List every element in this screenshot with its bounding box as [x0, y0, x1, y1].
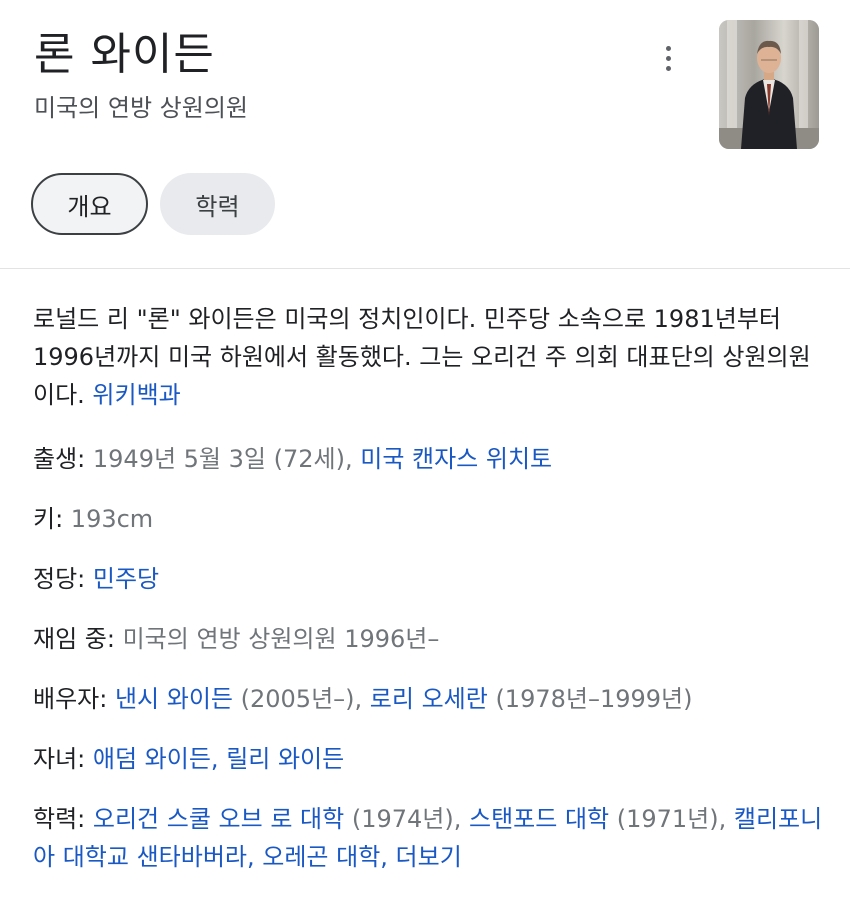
entity-subtitle: 미국의 연방 상원의원 [34, 94, 248, 122]
tab-education[interactable]: 학력 [160, 173, 275, 235]
school-link[interactable]: 오리건 스쿨 오브 로 대학 [93, 805, 344, 833]
party-link[interactable]: 민주당 [85, 565, 159, 593]
tab-bar: 개요 학력 [31, 173, 275, 235]
fact-label: 출생: [33, 445, 86, 473]
fact-spouse: 배우자: 낸시 와이든 (2005년–), 로리 오세란 (1978년–1999… [33, 680, 823, 718]
fact-value: (1978년–1999년) [487, 685, 693, 713]
more-dot [665, 45, 671, 51]
fact-label: 자녀: [33, 745, 86, 773]
fact-value: 미국의 연방 상원의원 1996년– [114, 625, 440, 653]
fact-value: (2005년–), [233, 685, 370, 713]
fact-label: 정당: [33, 565, 86, 593]
more-dot [665, 65, 671, 71]
school-link[interactable]: 스탠포드 대학 [469, 805, 609, 833]
birthplace-link[interactable]: 미국 캔자스 위치토 [360, 445, 552, 473]
fact-height: 키: 193cm [33, 500, 823, 538]
school-link[interactable]: 오레곤 대학 [262, 843, 380, 871]
entity-photo[interactable] [719, 20, 819, 149]
more-vert-icon[interactable] [650, 38, 686, 78]
fact-value: (1971년), [609, 805, 734, 833]
fact-education: 학력: 오리건 스쿨 오브 로 대학 (1974년), 스탠포드 대학 (197… [33, 800, 823, 876]
entity-description: 로널드 리 "론" 와이든은 미국의 정치인이다. 민주당 소속으로 1981년… [33, 300, 823, 414]
fact-value: 193cm [63, 505, 154, 533]
fact-children: 자녀: 애덤 와이든, 릴리 와이든 [33, 740, 823, 778]
fact-party: 정당: 민주당 [33, 560, 823, 598]
fact-label: 키: [33, 505, 64, 533]
fact-label: 배우자: [33, 685, 108, 713]
fact-office: 재임 중: 미국의 연방 상원의원 1996년– [33, 620, 823, 658]
more-link[interactable]: 더보기 [396, 843, 462, 871]
separator: , [210, 745, 227, 773]
separator: , [380, 843, 396, 871]
more-dot [665, 55, 671, 61]
separator: , [246, 843, 263, 871]
wikipedia-link[interactable]: 위키백과 [92, 381, 180, 409]
facts-list: 출생: 1949년 5월 3일 (72세), 미국 캔자스 위치토 키: 193… [33, 440, 823, 876]
child-link[interactable]: 애덤 와이든 [93, 745, 211, 773]
tab-overview[interactable]: 개요 [31, 173, 148, 235]
portrait-image [719, 20, 819, 149]
fact-value: (1974년), [344, 805, 469, 833]
knowledge-panel-header: 론 와이든 미국의 연방 상원의원 개요 학력 [0, 0, 850, 269]
child-link[interactable]: 릴리 와이든 [226, 745, 344, 773]
fact-born: 출생: 1949년 5월 3일 (72세), 미국 캔자스 위치토 [33, 440, 823, 478]
spouse-link[interactable]: 낸시 와이든 [115, 685, 233, 713]
fact-label: 학력: [33, 805, 86, 833]
fact-label: 재임 중: [33, 625, 115, 653]
panel-content: 로널드 리 "론" 와이든은 미국의 정치인이다. 민주당 소속으로 1981년… [33, 300, 823, 898]
spouse-link[interactable]: 로리 오세란 [370, 685, 488, 713]
entity-title: 론 와이든 [34, 29, 215, 80]
fact-value: 1949년 5월 3일 (72세), [85, 445, 361, 473]
